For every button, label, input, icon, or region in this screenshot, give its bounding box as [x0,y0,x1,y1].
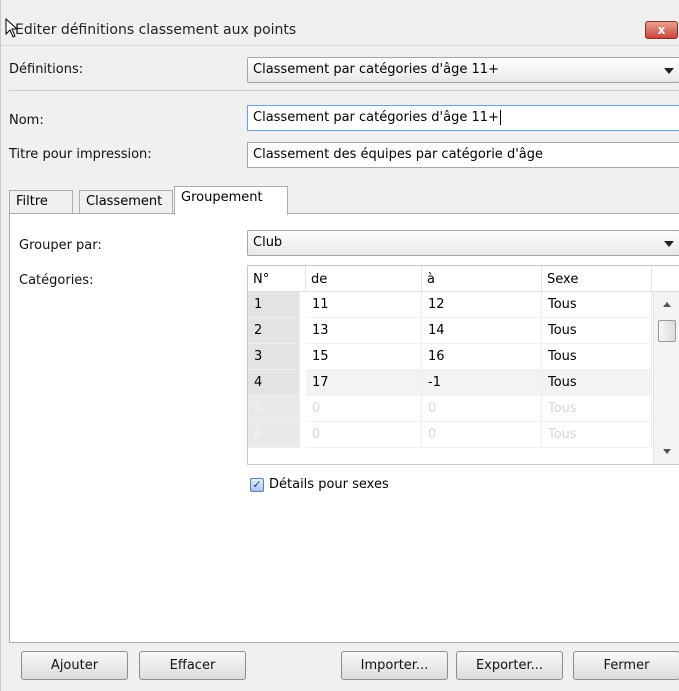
row-number-cell: 6 [248,422,300,448]
sex-cell[interactable]: Tous [542,318,652,344]
chevron-down-icon [664,241,674,247]
row-number-cell: 1 [248,292,300,318]
row-number-cell: 5 [248,396,300,422]
close-button[interactable]: Fermer [573,651,679,680]
name-field[interactable]: Classement par catégories d'âge 11+ [247,105,679,131]
row-number-cell: 2 [248,318,300,344]
scroll-up-icon[interactable] [663,302,671,307]
export-button[interactable]: Exporter... [456,651,563,680]
definitions-label: Définitions: [9,62,84,77]
close-icon: x [657,23,666,37]
text-caret [499,110,501,125]
window-title: Editer définitions classement aux points [15,22,297,38]
sex-details-label[interactable]: Détails pour sexes [269,477,389,492]
scroll-down-icon[interactable] [663,449,671,454]
import-button[interactable]: Importer... [341,651,448,680]
title-bar[interactable]: Editer définitions classement aux points… [1,0,679,46]
from-age-cell[interactable]: 17 [306,370,422,396]
sex-cell[interactable]: Tous [542,422,652,448]
definitions-selected-value: Classement par catégories d'âge 11+ [253,62,499,77]
from-age-cell[interactable]: 13 [306,318,422,344]
table-row[interactable]: 5 0 0 Tous [248,396,652,422]
tab-groupement[interactable]: Groupement [174,186,288,215]
grid-vertical-scrollbar[interactable] [653,292,679,464]
tab-filtre[interactable]: Filtre [9,190,73,214]
categories-grid[interactable]: N° de à Sexe 1 11 12 Tous 2 13 14 Tous 3… [247,265,679,465]
to-age-cell[interactable]: -1 [422,370,542,396]
print-title-label: Titre pour impression: [9,147,152,162]
tab-classement-label: Classement [86,194,163,209]
group-by-label: Grouper par: [19,238,102,253]
from-age-cell[interactable]: 11 [306,292,422,318]
scrollbar-thumb[interactable] [658,320,676,342]
sex-cell[interactable]: Tous [542,396,652,422]
group-by-select[interactable]: Club [247,230,679,256]
table-row[interactable]: 4 17 -1 Tous [248,370,652,396]
table-row[interactable]: 2 13 14 Tous [248,318,652,344]
sex-cell[interactable]: Tous [542,344,652,370]
column-header-number[interactable]: N° [248,266,306,292]
dialog-window: Editer définitions classement aux points… [0,0,679,691]
table-row[interactable]: 1 11 12 Tous [248,292,652,318]
close-window-button[interactable]: x [645,21,678,39]
row-number-cell: 3 [248,344,300,370]
print-title-field-value: Classement des équipes par catégorie d'â… [253,147,543,162]
name-label: Nom: [9,113,44,128]
tab-groupement-label: Groupement [181,190,263,205]
grid-header: N° de à Sexe [248,266,679,292]
from-age-cell[interactable]: 15 [306,344,422,370]
to-age-cell[interactable]: 16 [422,344,542,370]
to-age-cell[interactable]: 0 [422,422,542,448]
column-header-sex[interactable]: Sexe [542,266,652,292]
chevron-down-icon [664,68,674,74]
to-age-cell[interactable]: 14 [422,318,542,344]
to-age-cell[interactable]: 0 [422,396,542,422]
row-number-cell: 4 [248,370,300,396]
name-field-value: Classement par catégories d'âge 11+ [253,110,499,125]
print-title-field[interactable]: Classement des équipes par catégorie d'â… [247,142,679,168]
add-button[interactable]: Ajouter [21,651,128,680]
tab-filtre-label: Filtre [16,194,48,209]
column-header-to[interactable]: à [422,266,542,292]
group-by-selected-value: Club [253,235,283,250]
delete-button[interactable]: Effacer [139,651,246,680]
from-age-cell[interactable]: 0 [306,396,422,422]
from-age-cell[interactable]: 0 [306,422,422,448]
categories-label: Catégories: [19,273,94,288]
to-age-cell[interactable]: 12 [422,292,542,318]
definitions-select[interactable]: Classement par catégories d'âge 11+ [247,57,679,83]
section-divider [9,90,679,91]
table-row[interactable]: 3 15 16 Tous [248,344,652,370]
table-row[interactable]: 6 0 0 Tous [248,422,652,448]
sex-details-checkbox[interactable]: ✓ [250,478,264,492]
sex-cell[interactable]: Tous [542,370,652,396]
checkmark-icon: ✓ [252,478,262,491]
tab-classement[interactable]: Classement [79,190,173,214]
sex-cell[interactable]: Tous [542,292,652,318]
column-header-from[interactable]: de [306,266,422,292]
